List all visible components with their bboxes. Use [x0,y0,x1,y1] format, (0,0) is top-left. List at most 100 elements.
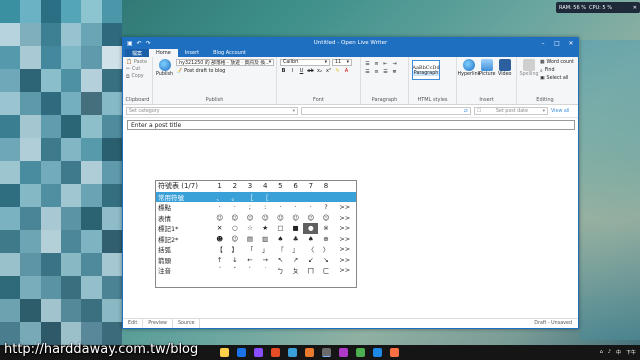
symbol-cell[interactable] [303,191,319,202]
category-label[interactable]: 表情 [156,213,212,224]
category-label[interactable]: 箭頭 [156,255,212,266]
paste-button[interactable]: 📋 Paste [126,59,149,66]
symbol-cell[interactable]: ▤ [242,234,257,245]
symbol-cell[interactable]: ● [303,223,319,234]
symbol-cell[interactable]: 】 [227,244,242,255]
more-button[interactable] [333,191,356,202]
symbol-cell[interactable]: ; [242,202,257,213]
symbol-cell[interactable] [288,191,304,202]
post-date-input[interactable]: ☐ Set post date ▾ [474,107,548,115]
taskbar-app-icon[interactable] [373,348,382,357]
symbol-cell[interactable]: : [258,202,273,213]
tags-input[interactable]: ⇄ [301,107,471,115]
symbol-cell[interactable]: 〉 [318,244,333,255]
numbered-list-icon[interactable]: ≡ [373,61,380,67]
symbol-cell[interactable] [272,191,289,202]
subscript-icon[interactable]: x₂ [316,68,323,74]
symbol-cell[interactable]: 『 [273,244,288,255]
font-size-dropdown[interactable]: 11 ▾ [332,59,352,66]
symbol-cell[interactable]: ○ [227,223,242,234]
symbol-cell[interactable]: ☻ [212,234,227,245]
symbol-cell[interactable]: ← [242,255,257,266]
taskbar-app-icon[interactable] [305,348,314,357]
symbol-cell[interactable]: ※ [318,223,333,234]
symbol-cell[interactable]: ♠ [303,234,318,245]
symbol-cell[interactable]: ☺ [227,234,242,245]
clock[interactable]: 下午 [626,349,636,356]
taskbar-app-icon[interactable] [339,348,348,357]
taskbar-app-icon[interactable] [288,348,297,357]
symbol-cell[interactable]: 』 [288,244,303,255]
more-button[interactable]: >> [334,244,356,255]
symbol-cell[interactable]: ↖ [273,255,288,266]
checkbox-icon[interactable]: ☐ [477,109,481,114]
symbol-cell[interactable]: · [227,202,242,213]
symbol-cell[interactable]: ▥ [258,234,273,245]
more-button[interactable]: >> [334,202,356,213]
symbol-cell[interactable]: ★ [258,223,273,234]
network-icon[interactable]: ⌂ [600,349,603,356]
symbol-cell[interactable]: ☺ [212,213,227,224]
symbol-cell[interactable]: 。 [227,191,243,202]
symbol-cell[interactable]: 〈 [303,244,318,255]
tab-preview[interactable]: Preview [143,319,173,328]
symbol-cell[interactable]: → [258,255,273,266]
tab-insert[interactable]: Insert [178,49,206,57]
more-button[interactable]: >> [334,213,356,224]
more-button[interactable]: >> [334,255,356,266]
category-label[interactable]: 標記1* [156,223,212,234]
category-label[interactable]: 標記2* [156,234,212,245]
symbol-cell[interactable]: 「 [242,244,257,255]
symbol-cell[interactable]: ? [318,202,333,213]
post-draft-button[interactable]: 📝 Post draft to blog [176,68,274,75]
symbol-cell[interactable]: ↑ [212,255,227,266]
outdent-icon[interactable]: ⇤ [382,61,389,67]
post-title-input[interactable]: Enter a post title [127,120,575,130]
cut-button[interactable]: ✂ Cut [126,66,149,73]
symbol-cell[interactable]: ↓ [227,255,242,266]
tab-home[interactable]: Home [149,49,178,57]
symbol-cell[interactable]: ˙ [258,265,273,276]
indent-icon[interactable]: ⇥ [391,61,398,67]
tab-source[interactable]: Source [173,319,201,328]
style-gallery-item[interactable]: AaBbCcDd Paragraph [412,60,440,80]
symbol-cell[interactable]: · [303,202,318,213]
symbol-cell[interactable]: ☺ [242,213,257,224]
highlight-icon[interactable]: ✎ [334,68,341,74]
symbol-cell[interactable]: ☺ [258,213,273,224]
taskbar-app-icon[interactable] [220,348,229,357]
tab-file[interactable]: 檔案 [125,49,150,57]
symbol-cell[interactable]: ㄆ [288,265,303,276]
taskbar-app-icon[interactable] [271,348,280,357]
symbol-cell[interactable]: ♣ [288,234,303,245]
superscript-icon[interactable]: x² [325,68,332,74]
symbol-cell[interactable]: ☆ [242,223,257,234]
volume-icon[interactable]: ♪ [608,349,611,356]
category-label[interactable]: 常用符號 [156,191,212,202]
italic-icon[interactable]: I [289,68,296,74]
symbol-cell[interactable]: ⊕ [318,234,333,245]
symbol-cell[interactable]: 【 [212,244,227,255]
more-button[interactable]: >> [334,234,356,245]
symbol-cell[interactable]: ↘ [318,255,333,266]
category-label[interactable]: 標點 [156,202,212,213]
symbol-cell[interactable]: ［ [257,191,273,202]
symbol-cell[interactable]: ☺ [303,213,318,224]
symbol-cell[interactable]: □ [273,223,288,234]
symbol-cell[interactable]: ˋ [242,265,257,276]
symbol-cell[interactable]: ☺ [273,213,288,224]
bullet-list-icon[interactable]: ☰ [364,61,371,67]
font-family-dropdown[interactable]: Calibri ▾ [280,59,330,66]
underline-icon[interactable]: U [298,68,305,74]
taskbar-app-icon[interactable] [237,348,246,357]
strikethrough-icon[interactable]: ab [307,68,314,74]
more-button[interactable]: >> [334,223,356,234]
symbol-cell[interactable]: 、 [212,191,228,202]
symbol-cell[interactable]: ㄈ [318,265,333,276]
find-button[interactable]: ⌕ Find [540,67,574,74]
symbol-cell[interactable]: ↙ [303,255,318,266]
symbol-cell[interactable]: ˊ [212,265,227,276]
symbol-cell[interactable]: ↗ [288,255,303,266]
select-all-button[interactable]: ▣ Select all [540,75,574,82]
symbol-cell[interactable]: ㄇ [303,265,318,276]
